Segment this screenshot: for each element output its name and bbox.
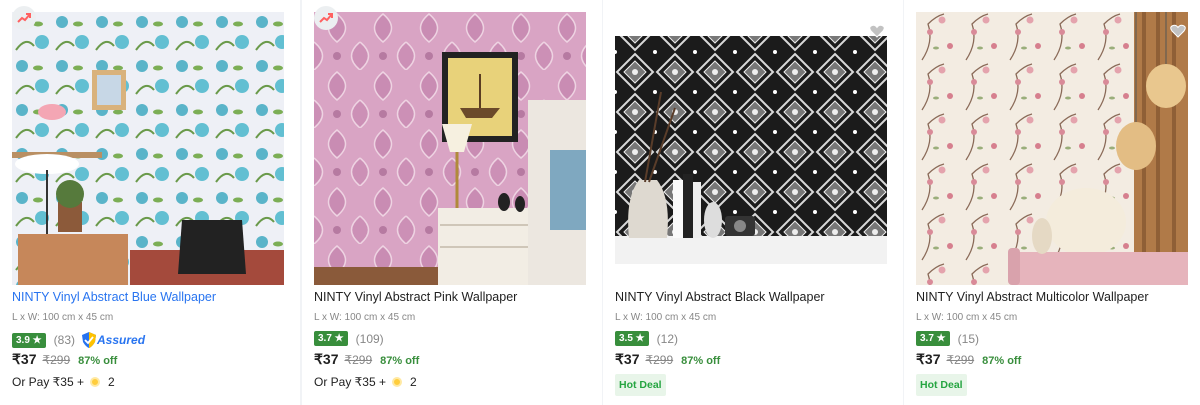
- product-size: L x W: 100 cm x 45 cm: [12, 312, 114, 323]
- product-card[interactable]: NINTY Vinyl Abstract Black Wallpaper L x…: [603, 0, 903, 405]
- product-image[interactable]: [916, 12, 1188, 285]
- product-card[interactable]: NINTY Vinyl Abstract Pink Wallpaper L x …: [302, 0, 602, 405]
- rating-row: 3.5 ★ (12): [615, 331, 678, 346]
- selling-price: ₹37: [916, 351, 941, 367]
- rating-badge: 3.7 ★: [314, 331, 348, 346]
- selling-price: ₹37: [12, 351, 37, 367]
- discount-label: 87% off: [380, 355, 420, 367]
- original-price: ₹299: [344, 353, 373, 367]
- product-size: L x W: 100 cm x 45 cm: [916, 312, 1018, 323]
- product-size: L x W: 100 cm x 45 cm: [314, 312, 416, 323]
- product-title[interactable]: NINTY Vinyl Abstract Pink Wallpaper: [314, 290, 517, 304]
- supercoin-offer: Or Pay ₹35 + 2: [12, 375, 115, 389]
- trending-icon: [314, 6, 338, 30]
- product-title[interactable]: NINTY Vinyl Abstract Multicolor Wallpape…: [916, 290, 1149, 304]
- original-price: ₹299: [645, 353, 674, 367]
- rating-badge: 3.9 ★: [12, 332, 46, 348]
- rating-value: 3.5: [619, 333, 633, 344]
- product-card[interactable]: NINTY Vinyl Abstract Blue Wallpaper L x …: [0, 0, 300, 405]
- product-card[interactable]: NINTY Vinyl Abstract Multicolor Wallpape…: [904, 0, 1200, 405]
- rating-value: 3.9: [16, 334, 30, 346]
- supercoin-icon: [392, 377, 402, 387]
- review-count: (109): [355, 331, 384, 346]
- product-image[interactable]: [615, 12, 887, 285]
- discount-label: 87% off: [681, 355, 721, 367]
- selling-price: ₹37: [314, 351, 339, 367]
- selling-price: ₹37: [615, 351, 640, 367]
- review-count: (15): [957, 331, 979, 346]
- rating-badge: 3.5 ★: [615, 331, 649, 346]
- original-price: ₹299: [946, 353, 975, 367]
- rating-row: 3.9 ★ (83) Assured: [12, 331, 145, 349]
- shield-icon: [82, 332, 96, 348]
- supercoin-offer: Or Pay ₹35 + 2: [314, 375, 417, 389]
- coin-count: 2: [108, 375, 115, 389]
- product-size: L x W: 100 cm x 45 cm: [615, 312, 717, 323]
- heart-icon[interactable]: [869, 24, 885, 38]
- rating-badge: 3.7 ★: [916, 331, 950, 346]
- product-image[interactable]: [12, 12, 284, 285]
- price-row: ₹37 ₹299 87% off: [314, 351, 419, 368]
- price-row: ₹37 ₹299 87% off: [916, 351, 1021, 368]
- product-title[interactable]: NINTY Vinyl Abstract Blue Wallpaper: [12, 290, 216, 304]
- discount-label: 87% off: [982, 355, 1022, 367]
- review-count: (83): [53, 333, 75, 347]
- original-price: ₹299: [42, 353, 71, 367]
- rating-value: 3.7: [920, 333, 934, 344]
- review-count: (12): [656, 331, 678, 346]
- rating-row: 3.7 ★ (109): [314, 331, 384, 346]
- product-image[interactable]: [314, 12, 586, 285]
- assured-label: Assured: [97, 333, 146, 347]
- assured-badge: Assured: [81, 331, 145, 349]
- product-title[interactable]: NINTY Vinyl Abstract Black Wallpaper: [615, 290, 825, 304]
- hot-deal-badge: Hot Deal: [615, 374, 666, 396]
- product-grid: NINTY Vinyl Abstract Blue Wallpaper L x …: [0, 0, 1200, 405]
- heart-icon[interactable]: [1170, 24, 1186, 38]
- pay-text: Or Pay ₹35 +: [314, 375, 386, 389]
- trending-icon: [12, 6, 36, 30]
- price-row: ₹37 ₹299 87% off: [12, 351, 117, 368]
- coin-count: 2: [410, 375, 417, 389]
- rating-value: 3.7: [318, 333, 332, 344]
- discount-label: 87% off: [78, 355, 118, 367]
- pay-text: Or Pay ₹35 +: [12, 375, 84, 389]
- hot-deal-badge: Hot Deal: [916, 374, 967, 396]
- supercoin-icon: [90, 377, 100, 387]
- rating-row: 3.7 ★ (15): [916, 331, 979, 346]
- price-row: ₹37 ₹299 87% off: [615, 351, 720, 368]
